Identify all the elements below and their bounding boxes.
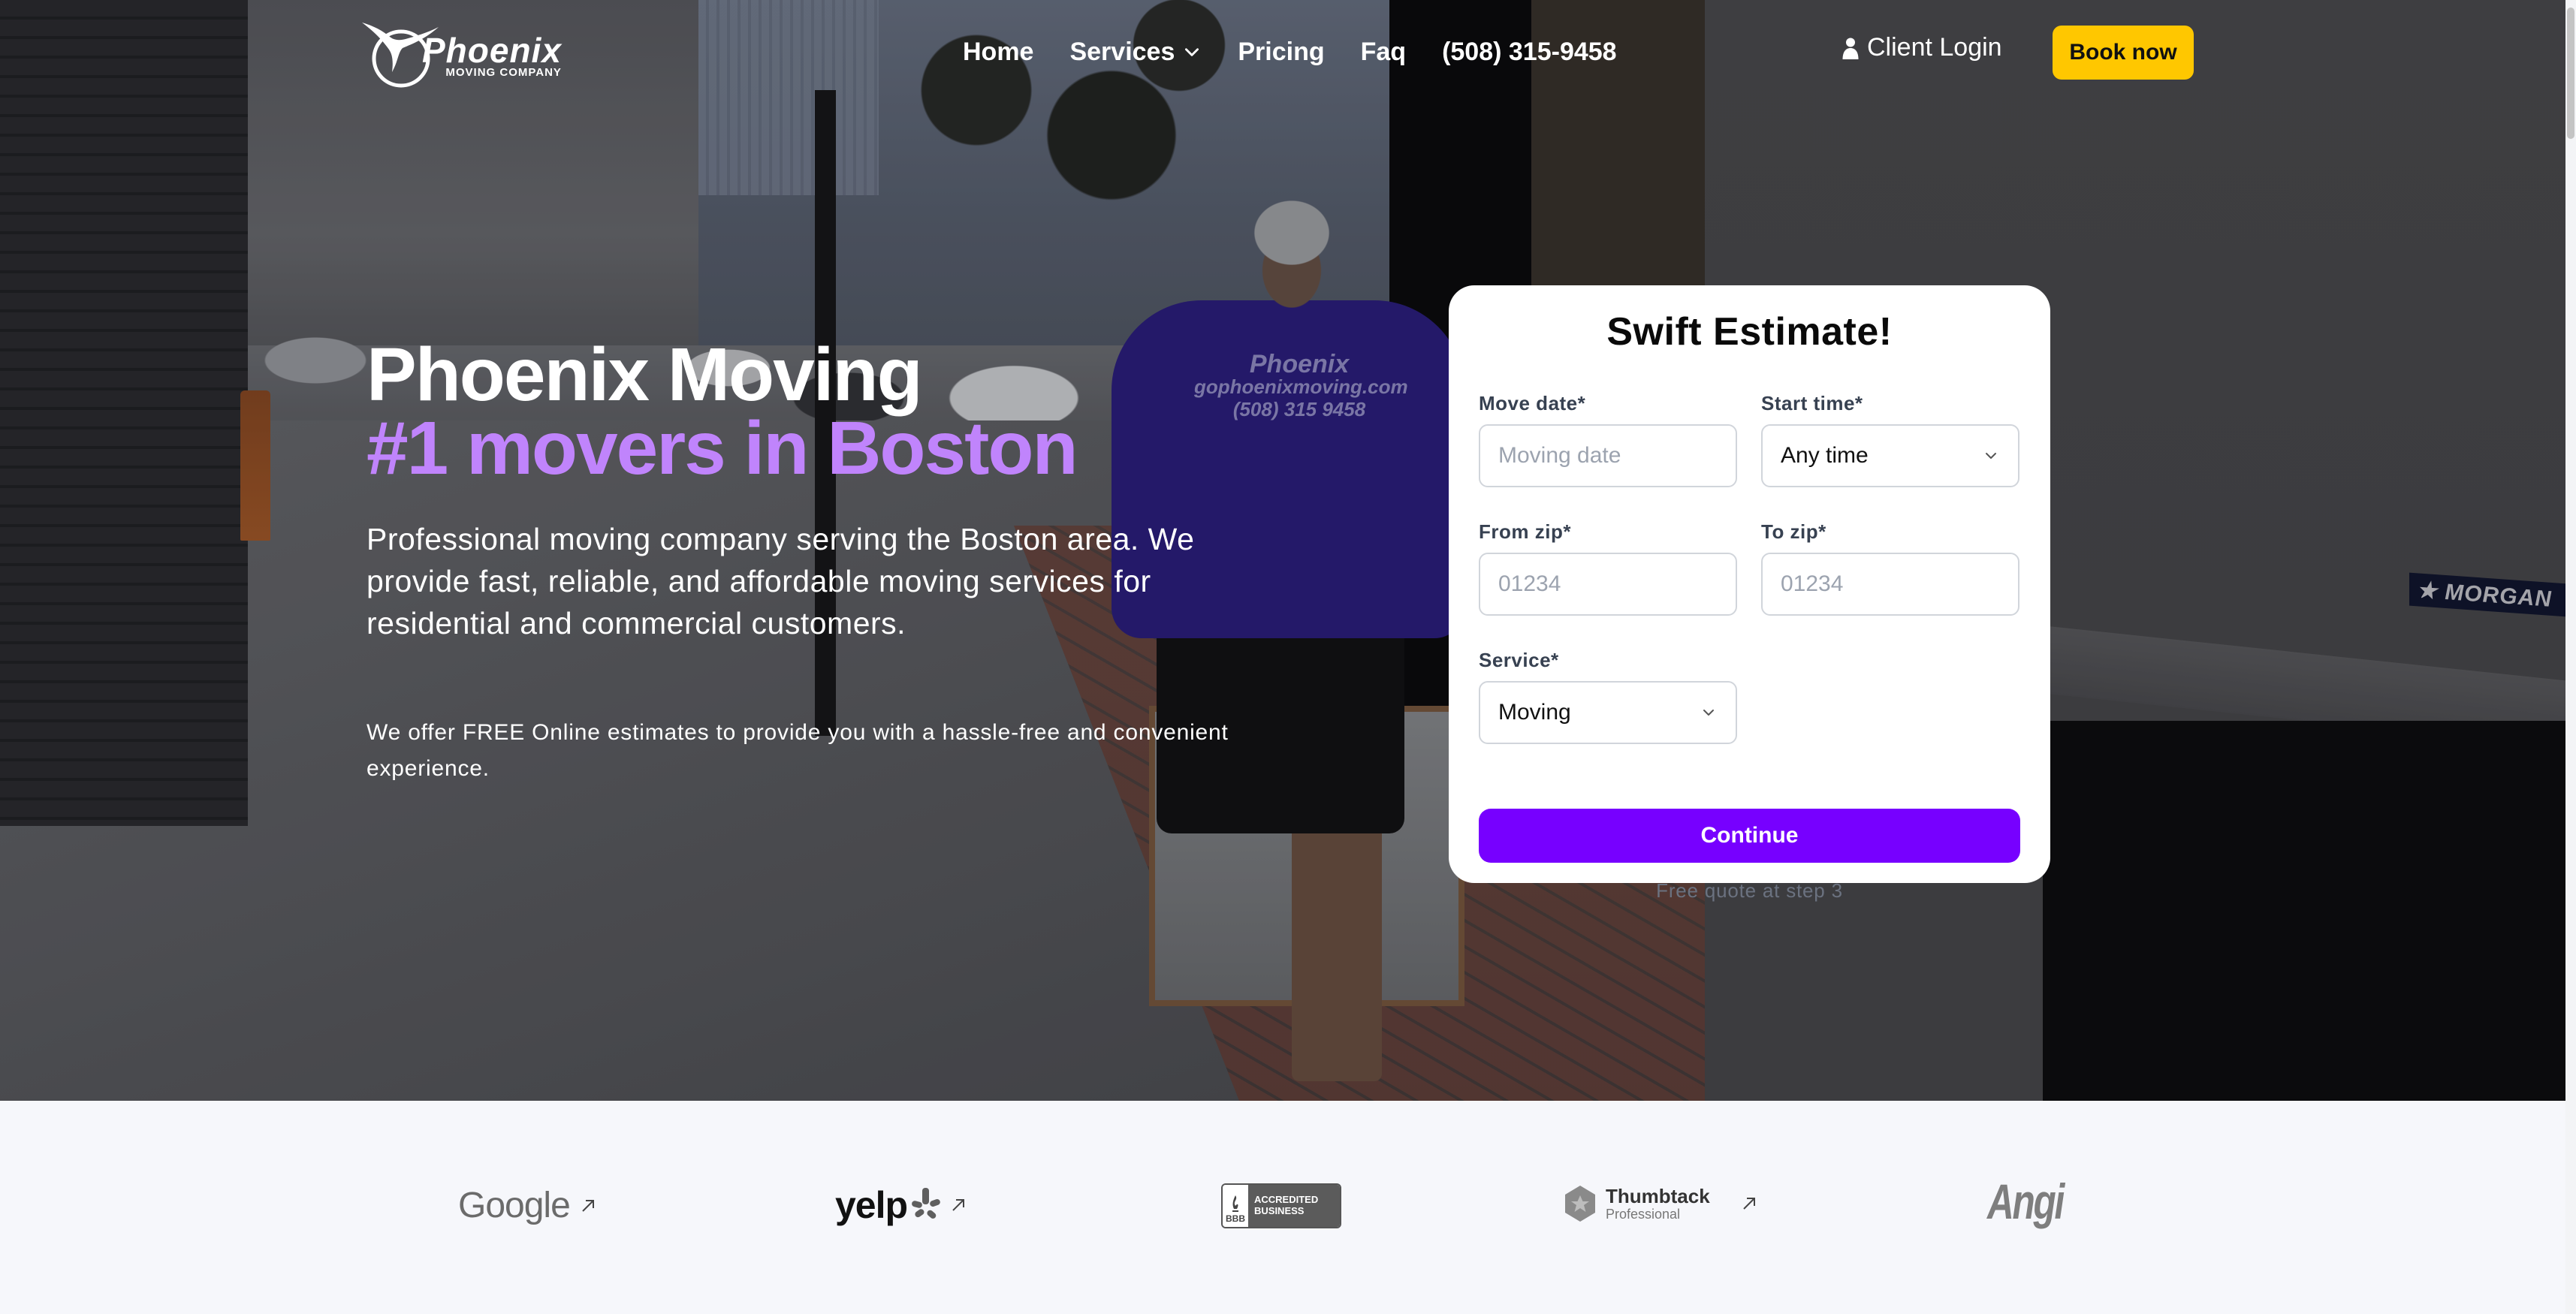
angi-link[interactable]: Angi — [1987, 1173, 2089, 1230]
bbb-accreditation: ACCREDITED BUSINESS — [1248, 1185, 1340, 1227]
nav-services[interactable]: Services — [1069, 38, 1202, 67]
bbb-link[interactable]: BBB ACCREDITED BUSINESS — [1221, 1183, 1341, 1228]
hero-description: Professional moving company serving the … — [366, 522, 1195, 640]
thumbtack-link[interactable]: Thumbtack Professional — [1564, 1185, 1758, 1222]
external-link-icon — [1742, 1198, 1755, 1210]
nav-phone[interactable]: (508) 315-9458 — [1442, 38, 1617, 67]
yelp-logo: yelp — [835, 1184, 908, 1226]
from-zip-label: From zip* — [1479, 520, 1571, 543]
nav-pricing[interactable]: Pricing — [1238, 38, 1324, 67]
to-zip-input[interactable] — [1761, 553, 2019, 616]
google-reviews-link[interactable]: Google — [458, 1185, 597, 1226]
yelp-reviews-link[interactable]: yelp — [835, 1183, 967, 1227]
google-logo: Google — [458, 1186, 571, 1225]
start-time-field: Start time* Any time — [1761, 392, 2019, 487]
bbb-badge: BBB ACCREDITED BUSINESS — [1221, 1183, 1341, 1228]
hero-heading-line2: #1 movers in Boston — [366, 406, 1078, 490]
hero-heading: Phoenix Moving #1 movers in Boston — [366, 333, 1078, 490]
main-nav: Home Services Pricing Faq (508) 315-9458 — [963, 35, 1617, 69]
thumbtack-subtitle: Professional — [1606, 1207, 1681, 1222]
chevron-down-icon — [1703, 710, 1714, 716]
client-login-label: Client Login — [1867, 33, 2002, 62]
bbb-line1: ACCREDITED — [1254, 1194, 1319, 1205]
from-zip-field: From zip* — [1479, 520, 1737, 616]
move-date-input[interactable] — [1479, 424, 1737, 487]
start-time-value: Any time — [1781, 443, 1869, 468]
book-now-button[interactable]: Book now — [2053, 26, 2194, 80]
estimate-form-title: Swift Estimate! — [1606, 310, 1893, 354]
to-zip-label: To zip* — [1761, 520, 1826, 543]
client-login-link[interactable]: Client Login — [1842, 33, 2002, 62]
nav-faq[interactable]: Faq — [1361, 38, 1406, 67]
chevron-down-icon — [1185, 48, 1199, 56]
hero-heading-line1: Phoenix Moving — [366, 333, 923, 417]
service-value: Moving — [1498, 700, 1571, 725]
hero-section: ★ MORGAN Phoenix gophoenixmoving.com (50… — [0, 0, 2565, 1101]
nav-services-label: Services — [1069, 37, 1175, 66]
bbb-torch-icon: BBB — [1223, 1185, 1248, 1227]
start-time-select[interactable]: Any time — [1761, 424, 2019, 487]
service-field: Service* Moving — [1479, 649, 1737, 744]
nav-home[interactable]: Home — [963, 38, 1033, 67]
service-label: Service* — [1479, 649, 1559, 671]
review-sites-strip: Google yelp BBB ACCREDITED BUSINESS Thum… — [0, 1101, 2565, 1314]
move-date-field: Move date* — [1479, 392, 1737, 487]
user-icon — [1842, 38, 1859, 59]
to-zip-field: To zip* — [1761, 520, 2019, 616]
thumbtack-name: Thumbtack — [1606, 1185, 1710, 1207]
continue-button[interactable]: Continue — [1479, 809, 2020, 863]
page-scrollbar-thumb[interactable] — [2567, 8, 2574, 139]
thumbtack-badge-icon — [1565, 1186, 1595, 1222]
yelp-burst-icon — [912, 1188, 940, 1219]
logo-name: Phoenix — [422, 30, 562, 70]
site-logo[interactable]: Phoenix MOVING COMPANY — [359, 17, 614, 92]
chevron-down-icon — [1986, 453, 1996, 459]
start-time-label: Start time* — [1761, 392, 1863, 414]
free-quote-note: Free quote at step 3 — [1656, 879, 1843, 902]
external-link-icon — [582, 1199, 594, 1212]
service-select[interactable]: Moving — [1479, 681, 1737, 744]
angi-logo: Angi — [1987, 1174, 2065, 1229]
bbb-label: BBB — [1226, 1213, 1245, 1224]
move-date-label: Move date* — [1479, 392, 1586, 414]
hero-free-estimate-note: We offer FREE Online estimates to provid… — [366, 720, 1229, 781]
from-zip-input[interactable] — [1479, 553, 1737, 616]
bbb-line2: BUSINESS — [1254, 1205, 1305, 1216]
page-scrollbar-track[interactable] — [2565, 0, 2576, 1314]
external-link-icon — [952, 1199, 965, 1211]
swift-estimate-form: Swift Estimate! Move date* Start time* A… — [1449, 285, 2050, 902]
